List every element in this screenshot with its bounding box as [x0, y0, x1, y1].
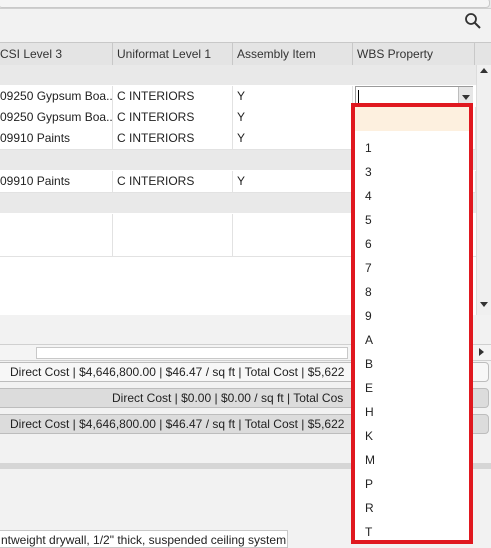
group-row[interactable]	[0, 65, 476, 85]
cell-uniformat-level-1[interactable]: C INTERIORS	[113, 107, 233, 128]
dropdown-option[interactable]: E	[355, 376, 469, 400]
cell-empty[interactable]	[113, 214, 233, 235]
text-cursor	[358, 90, 359, 103]
scroll-down-arrow-icon[interactable]	[480, 302, 488, 307]
cell-uniformat-level-1[interactable]: C INTERIORS	[113, 128, 233, 149]
dropdown-option[interactable]: K	[355, 424, 469, 448]
dropdown-option[interactable]: 6	[355, 232, 469, 256]
grid-header: CSI Level 3 Uniformat Level 1 Assembly I…	[0, 42, 491, 66]
chevron-down-icon	[462, 95, 470, 100]
dropdown-option[interactable]: 8	[355, 280, 469, 304]
vertical-scrollbar[interactable]	[476, 65, 491, 315]
scroll-right-arrow-icon[interactable]	[479, 348, 484, 356]
cell-csi-level-3[interactable]: 09250 Gypsum Boa...	[0, 107, 113, 128]
cell-csi-level-3[interactable]: 09910 Paints	[0, 171, 113, 192]
column-header-csi-level-3[interactable]: CSI Level 3	[0, 43, 113, 65]
cost-summary-text: Direct Cost | $0.00 | $0.00 / sq ft | To…	[112, 391, 344, 405]
column-header-wbs-property[interactable]: WBS Property	[353, 43, 475, 65]
cell-empty[interactable]	[113, 235, 233, 256]
cell-csi-level-3[interactable]: 09910 Paints	[0, 128, 113, 149]
cell-empty[interactable]	[233, 235, 353, 256]
scroll-up-arrow-icon[interactable]	[480, 68, 488, 73]
horizontal-scroll-thumb[interactable]	[36, 347, 348, 359]
cost-summary-text: Direct Cost | $4,646,800.00 | $46.47 / s…	[10, 417, 345, 431]
cell-assembly-item[interactable]: Y	[233, 171, 353, 192]
dropdown-option-blank[interactable]	[355, 107, 469, 131]
dropdown-option[interactable]: T	[355, 520, 469, 544]
cell-uniformat-level-1[interactable]: C INTERIORS	[113, 86, 233, 107]
cell-empty[interactable]	[233, 214, 353, 235]
dropdown-option[interactable]: H	[355, 400, 469, 424]
cell-assembly-item[interactable]: Y	[233, 86, 353, 107]
dropdown-option[interactable]: 4	[355, 184, 469, 208]
dropdown-option[interactable]: 9	[355, 304, 469, 328]
dropdown-option[interactable]: R	[355, 496, 469, 520]
column-header-uniformat-level-1[interactable]: Uniformat Level 1	[113, 43, 233, 65]
dropdown-option[interactable]: 7	[355, 256, 469, 280]
dropdown-option[interactable]: P	[355, 472, 469, 496]
cell-uniformat-level-1[interactable]: C INTERIORS	[113, 171, 233, 192]
dropdown-option[interactable]: 1	[355, 136, 469, 160]
dropdown-option[interactable]: 5	[355, 208, 469, 232]
description-field[interactable]: ntweight drywall, 1/2" thick, suspended …	[0, 530, 288, 548]
cell-csi-level-3[interactable]: 09250 Gypsum Boa...	[0, 86, 113, 107]
search-icon[interactable]	[464, 12, 482, 30]
cell-empty[interactable]	[0, 235, 113, 256]
cost-summary-text: Direct Cost | $4,646,800.00 | $46.47 / s…	[10, 365, 345, 379]
top-input-box[interactable]	[0, 0, 490, 8]
cell-assembly-item[interactable]: Y	[233, 107, 353, 128]
dropdown-option[interactable]: B	[355, 352, 469, 376]
wbs-property-dropdown-list: 1 3 4 5 6 7 8 9 A B E H K M P R T	[351, 103, 473, 544]
dropdown-option[interactable]: M	[355, 448, 469, 472]
dropdown-option[interactable]: 3	[355, 160, 469, 184]
dropdown-option[interactable]: A	[355, 328, 469, 352]
cell-empty[interactable]	[0, 214, 113, 235]
column-header-assembly-item[interactable]: Assembly Item	[233, 43, 353, 65]
cell-assembly-item[interactable]: Y	[233, 128, 353, 149]
